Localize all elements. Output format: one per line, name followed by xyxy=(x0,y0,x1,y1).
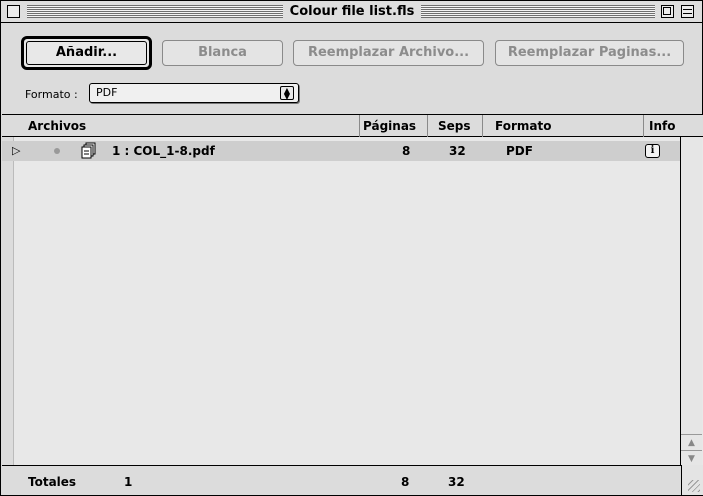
collapse-box-icon[interactable] xyxy=(681,5,694,18)
file-pages: 8 xyxy=(402,144,411,158)
resize-grip-icon[interactable] xyxy=(681,465,703,495)
multi-page-document-icon xyxy=(81,142,96,159)
table-header: Archivos Páginas Seps Formato Info xyxy=(2,115,703,137)
status-dot-icon xyxy=(54,148,60,154)
title-bar-stripes-right xyxy=(421,5,655,18)
column-divider xyxy=(482,115,483,137)
column-header-format[interactable]: Formato xyxy=(495,119,551,133)
file-format: PDF xyxy=(506,144,533,158)
column-header-seps[interactable]: Seps xyxy=(438,119,471,133)
list-left-gutter xyxy=(2,137,14,466)
file-name: 1 : COL_1-8.pdf xyxy=(112,144,215,158)
info-icon[interactable]: i xyxy=(645,144,660,158)
file-list-window: Colour file list.fls Añadir... Blanca Re… xyxy=(0,0,703,496)
title-bar-stripes-left xyxy=(27,5,283,18)
file-list: ▷ 1 : COL_1-8.pdf 8 32 PDF i xyxy=(2,137,680,466)
totals-files: 1 xyxy=(124,475,133,489)
window-title: Colour file list.fls xyxy=(283,3,421,21)
totals-seps: 32 xyxy=(448,475,465,489)
popup-arrows-icon: ▲ ▼ xyxy=(280,86,294,101)
replace-pages-button[interactable]: Reemplazar Paginas... xyxy=(495,40,684,66)
zoom-box-icon[interactable] xyxy=(661,5,674,18)
format-select[interactable]: PDF ▲ ▼ xyxy=(89,83,299,103)
disclosure-triangle-icon[interactable]: ▷ xyxy=(12,144,20,157)
scroll-up-arrow-icon[interactable]: ▲ xyxy=(681,434,702,450)
totals-label: Totales xyxy=(28,475,77,489)
column-divider xyxy=(427,115,428,137)
column-header-pages[interactable]: Páginas xyxy=(363,119,416,133)
totals-pages: 8 xyxy=(401,475,410,489)
column-divider xyxy=(359,115,360,137)
table-row[interactable]: ▷ 1 : COL_1-8.pdf 8 32 PDF i xyxy=(2,141,680,161)
column-header-info[interactable]: Info xyxy=(649,119,675,133)
column-divider xyxy=(643,115,644,137)
file-table: Archivos Páginas Seps Formato Info ▷ 1:… xyxy=(2,114,703,466)
scroll-down-arrow-icon[interactable]: ▼ xyxy=(681,450,702,466)
blank-button[interactable]: Blanca xyxy=(162,40,283,66)
format-label: Formato : xyxy=(25,88,78,101)
replace-file-button[interactable]: Reemplazar Archivo... xyxy=(293,40,484,66)
add-button[interactable]: Añadir... xyxy=(21,36,152,70)
close-box-icon[interactable] xyxy=(7,5,20,18)
format-selected-value: PDF xyxy=(96,86,118,99)
column-header-files[interactable]: Archivos xyxy=(28,119,86,133)
totals-bar: Totales 1 8 32 xyxy=(2,465,703,495)
file-seps: 32 xyxy=(449,144,466,158)
title-bar[interactable]: Colour file list.fls xyxy=(1,1,702,23)
vertical-scrollbar[interactable]: ▲ ▼ xyxy=(680,137,702,466)
